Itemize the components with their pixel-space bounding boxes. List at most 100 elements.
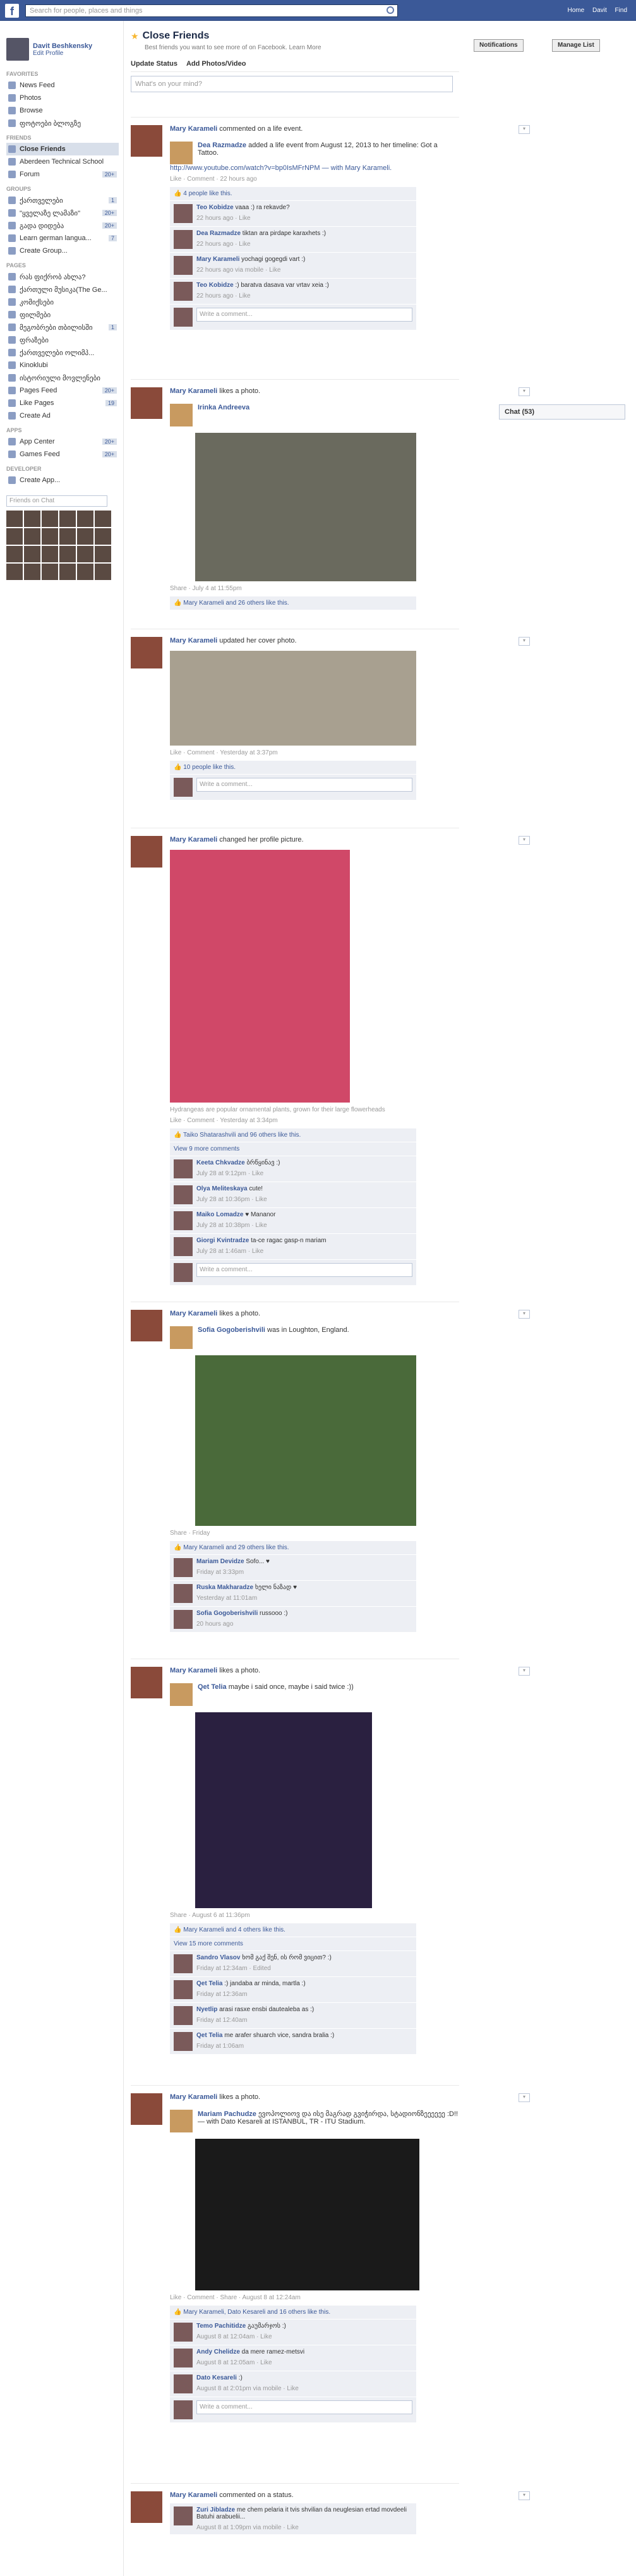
sidebar-item[interactable]: News Feed xyxy=(6,79,119,92)
avatar[interactable] xyxy=(174,204,193,223)
avatar[interactable] xyxy=(174,256,193,275)
chat-avatar[interactable] xyxy=(24,528,40,545)
sidebar-item[interactable]: Kinoklubi xyxy=(6,359,119,372)
chat-avatar[interactable] xyxy=(59,528,76,545)
chat-avatar[interactable] xyxy=(95,511,111,527)
avatar[interactable] xyxy=(170,2110,193,2132)
chat-avatar[interactable] xyxy=(77,528,93,545)
commenter-name[interactable]: Qet Telia xyxy=(196,1980,223,1987)
shared-link[interactable]: http://www.youtube.com/watch?v=bp0IsMFrN… xyxy=(170,164,459,172)
story-options-button[interactable]: ▾ xyxy=(519,387,530,396)
likes-summary[interactable]: 👍 Mary Karameli and 26 others like this. xyxy=(170,596,416,610)
avatar[interactable] xyxy=(174,1610,193,1629)
avatar[interactable] xyxy=(174,1954,193,1973)
commenter-name[interactable]: Sandro Vlasov xyxy=(196,1954,240,1961)
likes-summary[interactable]: 👍 Taiko Shatarashvili and 96 others like… xyxy=(170,1128,416,1142)
view-more-comments[interactable]: View 15 more comments xyxy=(170,1937,416,1950)
search-icon[interactable] xyxy=(387,6,394,14)
commenter-name[interactable]: Andy Chelidze xyxy=(196,2349,240,2355)
chat-avatar[interactable] xyxy=(6,546,23,562)
sidebar-item[interactable]: App Center 20+ xyxy=(6,435,119,448)
comment-input[interactable]: Write a comment... xyxy=(196,2400,412,2414)
commenter-name[interactable]: Mary Karameli xyxy=(196,256,239,263)
chat-avatar[interactable] xyxy=(42,511,58,527)
chat-search-input[interactable]: Friends on Chat xyxy=(6,495,107,507)
chat-avatar[interactable] xyxy=(59,546,76,562)
commenter-name[interactable]: Qet Telia xyxy=(196,2032,223,2039)
top-link-find[interactable]: Find xyxy=(615,7,627,14)
avatar[interactable] xyxy=(174,230,193,249)
sidebar-item[interactable]: Create App... xyxy=(6,474,119,487)
avatar[interactable] xyxy=(174,1185,193,1204)
comment-input[interactable]: Write a comment... xyxy=(196,308,412,322)
avatar[interactable] xyxy=(6,38,29,61)
story-options-button[interactable]: ▾ xyxy=(519,637,530,646)
sidebar-item[interactable]: Aberdeen Technical School xyxy=(6,155,119,168)
avatar[interactable] xyxy=(174,1237,193,1256)
comment-input[interactable]: Write a comment... xyxy=(196,1263,412,1277)
avatar[interactable] xyxy=(170,1326,193,1349)
story-photo[interactable] xyxy=(195,1712,372,1908)
actor-name[interactable]: Mary Karameli xyxy=(170,1667,217,1674)
avatar[interactable] xyxy=(174,2374,193,2393)
sidebar-item[interactable]: Pages Feed 20+ xyxy=(6,384,119,397)
chat-avatar[interactable] xyxy=(95,528,111,545)
sidebar-item[interactable]: Forum 20+ xyxy=(6,168,119,181)
actor-name[interactable]: Mary Karameli xyxy=(170,387,217,395)
commenter-name[interactable]: Temo Pachitidze xyxy=(196,2323,246,2330)
search-input[interactable]: Search for people, places and things xyxy=(25,4,398,17)
likes-summary[interactable]: 👍 Mary Karameli and 4 others like this. xyxy=(170,1923,416,1937)
avatar[interactable] xyxy=(131,2093,162,2125)
user-name[interactable]: Davit Beshkensky xyxy=(33,42,92,50)
story-photo[interactable] xyxy=(170,651,416,746)
likes-summary[interactable]: 👍 10 people like this. xyxy=(170,760,416,774)
sidebar-item[interactable]: რას ფიქრობ ახლა? xyxy=(6,270,119,283)
chat-avatar[interactable] xyxy=(6,528,23,545)
avatar[interactable] xyxy=(174,282,193,301)
story-options-button[interactable]: ▾ xyxy=(519,2491,530,2500)
manage-list-button[interactable]: Manage List xyxy=(552,39,600,52)
actor-name[interactable]: Mary Karameli xyxy=(170,2093,217,2101)
chat-avatar[interactable] xyxy=(77,546,93,562)
notifications-button[interactable]: Notifications xyxy=(474,39,524,52)
chat-avatar[interactable] xyxy=(95,546,111,562)
commenter-name[interactable]: Teo Kobidze xyxy=(196,282,234,289)
shared-actor-name[interactable]: Sofia Gogoberishvili xyxy=(198,1326,265,1334)
sidebar-item[interactable]: Create Ad xyxy=(6,409,119,422)
chat-avatar[interactable] xyxy=(42,528,58,545)
sidebar-item[interactable]: Browse xyxy=(6,104,119,117)
commenter-name[interactable]: Zuri Jibladze xyxy=(196,2506,235,2513)
likes-summary[interactable]: 👍 Mary Karameli and 29 others like this. xyxy=(170,1540,416,1554)
story-photo[interactable] xyxy=(170,850,350,1103)
chat-avatar[interactable] xyxy=(77,511,93,527)
avatar[interactable] xyxy=(174,1159,193,1178)
sidebar-item[interactable]: ქართული მუსიკა(The Ge... xyxy=(6,283,119,296)
commenter-name[interactable]: Olya Meliteskaya xyxy=(196,1185,248,1192)
status-input[interactable]: What's on your mind? xyxy=(131,76,453,92)
likes-summary[interactable]: 👍 Mary Karameli, Dato Kesareli and 16 ot… xyxy=(170,2305,416,2319)
chat-avatar[interactable] xyxy=(42,564,58,580)
actor-name[interactable]: Mary Karameli xyxy=(170,125,217,133)
chat-avatar[interactable] xyxy=(24,511,40,527)
chat-bar[interactable]: Chat (53) xyxy=(499,404,625,420)
avatar[interactable] xyxy=(170,1683,193,1706)
avatar[interactable] xyxy=(174,2349,193,2367)
top-link-home[interactable]: Home xyxy=(568,7,585,14)
commenter-name[interactable]: Ruska Makharadze xyxy=(196,1584,253,1591)
view-more-comments[interactable]: View 9 more comments xyxy=(170,1142,416,1156)
top-link-profile[interactable]: Davit xyxy=(592,7,607,14)
commenter-name[interactable]: Keeta Chkvadze xyxy=(196,1159,245,1166)
chat-avatar[interactable] xyxy=(6,511,23,527)
facebook-logo[interactable]: f xyxy=(5,4,19,18)
actor-name[interactable]: Mary Karameli xyxy=(170,1310,217,1317)
shared-actor-name[interactable]: Dea Razmadze xyxy=(198,142,246,149)
story-options-button[interactable]: ▾ xyxy=(519,836,530,845)
avatar[interactable] xyxy=(174,2506,193,2525)
chat-avatar[interactable] xyxy=(24,564,40,580)
story-options-button[interactable]: ▾ xyxy=(519,1310,530,1319)
avatar[interactable] xyxy=(174,2032,193,2051)
avatar[interactable] xyxy=(174,1558,193,1577)
sidebar-item[interactable]: Games Feed 20+ xyxy=(6,448,119,461)
edit-profile-link[interactable]: Edit Profile xyxy=(33,50,92,57)
commenter-name[interactable]: Teo Kobidze xyxy=(196,204,234,211)
